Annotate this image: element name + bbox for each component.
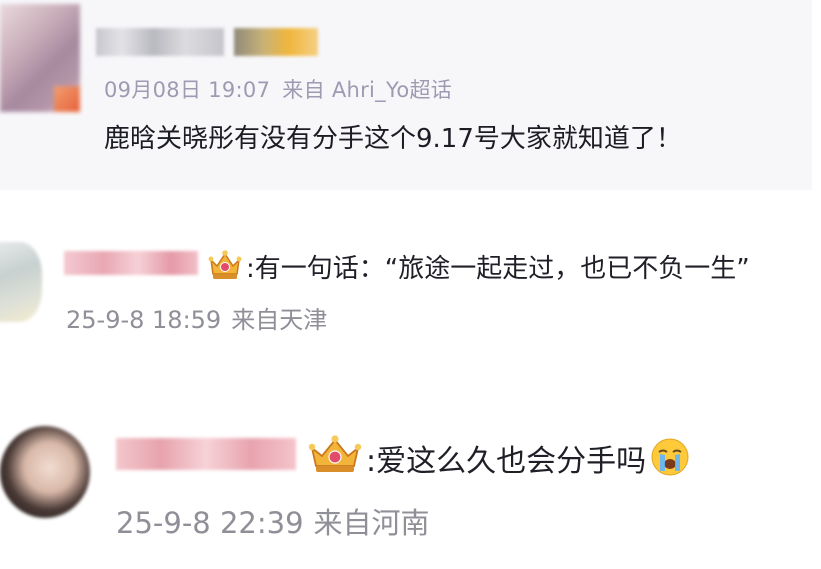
avatar-corner-badge bbox=[54, 86, 80, 112]
comment-meta: 25-9-8 22:39 来自河南 bbox=[116, 500, 430, 542]
post-time: 19:07 bbox=[208, 78, 271, 102]
comment-timestamp: 25-9-8 22:39 bbox=[116, 506, 304, 540]
comment-text-content: :爱这么久也会分手吗 bbox=[366, 444, 647, 479]
poster-avatar[interactable] bbox=[0, 4, 80, 112]
comment-location: 来自河南 bbox=[313, 506, 430, 540]
comment-username-blurred[interactable] bbox=[116, 438, 296, 470]
comment-meta: 25-9-8 18:59 来自天津 bbox=[66, 300, 327, 335]
crown-badge-icon bbox=[308, 435, 362, 472]
post-meta: 09月08日 19:07 来自 Ahri_Yo超话 bbox=[104, 74, 452, 104]
comment-timestamp: 25-9-8 18:59 bbox=[66, 306, 222, 334]
comment-username-blurred[interactable] bbox=[64, 251, 198, 275]
post-source[interactable]: 来自 Ahri_Yo超话 bbox=[282, 78, 452, 102]
original-post: 09月08日 19:07 来自 Ahri_Yo超话 鹿晗关晓彤有没有分手这个9.1… bbox=[0, 0, 812, 190]
poster-username-blurred[interactable] bbox=[96, 28, 224, 56]
crown-badge-icon bbox=[208, 250, 242, 279]
comment-text: :爱这么久也会分手吗 bbox=[366, 436, 690, 480]
comment-text: :有一句话：“旅途一起走过，也已不负一生” bbox=[246, 254, 750, 284]
poster-badge-blurred bbox=[234, 28, 318, 56]
crying-face-icon bbox=[651, 438, 689, 476]
comment-avatar[interactable] bbox=[0, 242, 42, 322]
post-content: 鹿晗关晓彤有没有分手这个9.17号大家就知道了！ bbox=[104, 124, 682, 154]
comment-location: 来自天津 bbox=[231, 306, 328, 334]
comment-avatar[interactable] bbox=[0, 426, 90, 518]
post-date: 09月08日 bbox=[104, 78, 202, 102]
